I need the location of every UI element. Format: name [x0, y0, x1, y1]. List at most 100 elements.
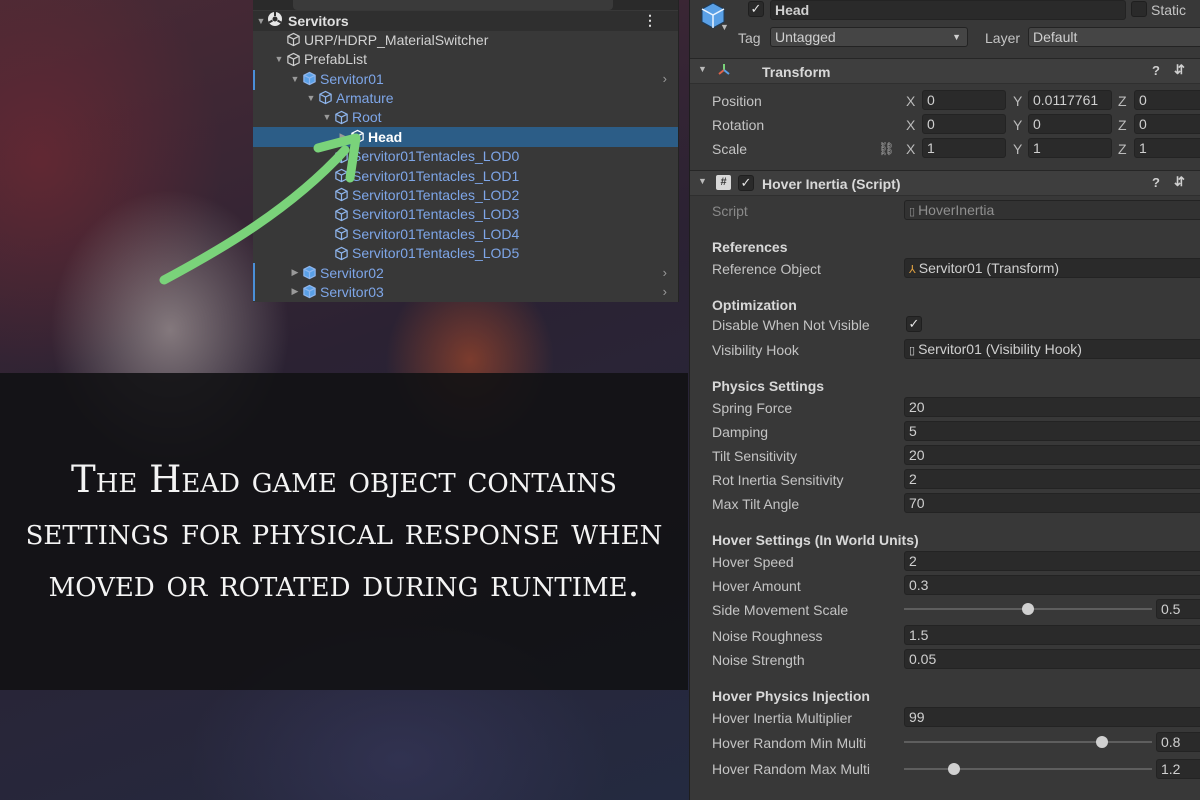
- fold-arrow-icon[interactable]: ▼: [273, 54, 285, 64]
- transform-icon: ⅄: [909, 264, 916, 276]
- tag-dropdown[interactable]: Untagged ▼: [770, 27, 968, 47]
- fold-arrow-icon[interactable]: ▼: [321, 112, 333, 122]
- fold-arrow-icon[interactable]: ▼: [255, 16, 267, 26]
- fold-arrow-icon: ▼: [698, 64, 707, 74]
- settings-sliders-icon[interactable]: ⇵: [1174, 174, 1185, 190]
- random-min-field[interactable]: 0.8: [1156, 732, 1200, 752]
- position-label: Position: [712, 93, 762, 109]
- fold-arrow-icon[interactable]: ▼: [289, 74, 301, 84]
- hierarchy-row[interactable]: ▼ Armature: [253, 88, 678, 108]
- hover-random-min-label: Hover Random Min Multi: [712, 735, 867, 751]
- damping-field[interactable]: 5: [904, 421, 1200, 441]
- position-y-field[interactable]: 0.0117761: [1028, 90, 1112, 110]
- random-max-field[interactable]: 1.2: [1156, 759, 1200, 779]
- transform-header[interactable]: ▼ Transform ? ⇵: [690, 58, 1200, 84]
- hierarchy-row[interactable]: Servitor01Tentacles_LOD3: [253, 205, 678, 225]
- fold-arrow-icon[interactable]: ▶: [337, 131, 349, 142]
- fold-arrow-icon[interactable]: ▶: [289, 267, 301, 278]
- hierarchy-search-bar[interactable]: [253, 0, 678, 10]
- script-file-icon: ▯: [909, 345, 916, 357]
- axis-z-label: Z: [1118, 117, 1127, 133]
- script-field: ▯ HoverInertia: [904, 200, 1200, 220]
- layer-dropdown[interactable]: Default: [1028, 27, 1200, 47]
- rot-inertia-sensitivity-label: Rot Inertia Sensitivity: [712, 472, 844, 488]
- hierarchy-row-label: Servitor01: [320, 70, 384, 87]
- object-name-field[interactable]: Head: [770, 0, 1126, 20]
- side-movement-slider-thumb[interactable]: [1022, 603, 1034, 615]
- axis-x-label: X: [906, 117, 916, 133]
- random-max-slider-thumb[interactable]: [947, 763, 960, 775]
- hierarchy-row[interactable]: ▼ PrefabList: [253, 49, 678, 69]
- hierarchy-row-label: URP/HDRP_MaterialSwitcher: [304, 31, 489, 48]
- hover-inertia-header[interactable]: ▼ # ✓ Hover Inertia (Script) ? ⇵: [690, 170, 1200, 196]
- rotation-y-field[interactable]: 0: [1028, 114, 1112, 134]
- side-movement-field[interactable]: 0.5: [1156, 599, 1200, 619]
- script-file-icon: ▯: [909, 206, 916, 218]
- hierarchy-row-label: Root: [352, 109, 382, 126]
- link-scale-icon[interactable]: ⛓: [878, 141, 895, 157]
- visibility-hook-field[interactable]: ▯ Servitor01 (Visibility Hook): [904, 339, 1200, 359]
- disable-when-not-visible-checkbox[interactable]: ✓: [906, 316, 922, 332]
- scene-row[interactable]: ▼ Servitors ⋮: [253, 11, 678, 31]
- spring-force-label: Spring Force: [712, 400, 793, 416]
- hierarchy-row-label: Servitor01Tentacles_LOD3: [352, 206, 520, 223]
- rotation-x-field[interactable]: 0: [922, 114, 1006, 134]
- hover-speed-field[interactable]: 2: [904, 551, 1200, 571]
- prefab-icon: [333, 206, 349, 222]
- help-icon[interactable]: ?: [1152, 63, 1160, 78]
- hierarchy-row[interactable]: Servitor01Tentacles_LOD1: [253, 166, 678, 186]
- reference-object-field[interactable]: ⅄ Servitor01 (Transform): [904, 258, 1200, 278]
- hierarchy-row[interactable]: ▶ Servitor02 ›: [253, 263, 678, 283]
- max-tilt-angle-field[interactable]: 70: [904, 493, 1200, 513]
- hierarchy-row[interactable]: ▼ Root: [253, 108, 678, 128]
- kebab-menu-icon[interactable]: ⋮: [643, 12, 657, 29]
- prefab-icon: [333, 226, 349, 242]
- override-marker: [253, 263, 255, 301]
- rot-inertia-sensitivity-field[interactable]: 2: [904, 469, 1200, 489]
- active-checkbox[interactable]: ✓: [748, 1, 764, 17]
- scale-x-field[interactable]: 1: [922, 138, 1006, 158]
- script-hash-icon: #: [716, 175, 731, 190]
- hover-amount-label: Hover Amount: [712, 578, 801, 594]
- inspector-panel: ▼ ✓ Head Static Tag Untagged ▼ Layer Def…: [689, 0, 1200, 800]
- random-max-slider-track[interactable]: [904, 768, 1152, 770]
- axis-y-label: Y: [1013, 141, 1023, 157]
- caption-text: The Head game object contains settings f…: [25, 457, 663, 605]
- hover-amount-field[interactable]: 0.3: [904, 575, 1200, 595]
- noise-roughness-field[interactable]: 1.5: [904, 625, 1200, 645]
- hierarchy-row[interactable]: ▶ Servitor03 ›: [253, 282, 678, 302]
- random-min-slider-track[interactable]: [904, 741, 1152, 743]
- static-checkbox[interactable]: [1131, 1, 1147, 17]
- random-min-slider-thumb[interactable]: [1096, 736, 1109, 748]
- hierarchy-row[interactable]: Servitor01Tentacles_LOD0: [253, 146, 678, 166]
- open-prefab-chevron-icon[interactable]: ›: [663, 284, 667, 299]
- hierarchy-row[interactable]: ▶ Head: [253, 127, 678, 147]
- hierarchy-row[interactable]: Servitor01Tentacles_LOD2: [253, 185, 678, 205]
- axis-y-label: Y: [1013, 117, 1023, 133]
- tilt-sensitivity-field[interactable]: 20: [904, 445, 1200, 465]
- help-icon[interactable]: ?: [1152, 175, 1160, 190]
- hierarchy-row[interactable]: URP/HDRP_MaterialSwitcher: [253, 30, 678, 50]
- position-x-field[interactable]: 0: [922, 90, 1006, 110]
- caption-panel: The Head game object contains settings f…: [0, 373, 688, 690]
- hierarchy-row[interactable]: ▼ Servitor01 ›: [253, 69, 678, 89]
- scale-y-field[interactable]: 1: [1028, 138, 1112, 158]
- icon-dropdown-icon[interactable]: ▼: [720, 22, 729, 32]
- fold-arrow-icon[interactable]: ▼: [305, 93, 317, 103]
- prefab-icon: [333, 187, 349, 203]
- scale-label: Scale: [712, 141, 748, 157]
- open-prefab-chevron-icon[interactable]: ›: [663, 71, 667, 86]
- gameobject-icon: [285, 32, 301, 48]
- script-enabled-checkbox[interactable]: ✓: [738, 175, 754, 191]
- settings-sliders-icon[interactable]: ⇵: [1174, 62, 1185, 78]
- open-prefab-chevron-icon[interactable]: ›: [663, 265, 667, 280]
- position-z-field[interactable]: 0: [1134, 90, 1200, 110]
- rotation-z-field[interactable]: 0: [1134, 114, 1200, 134]
- scale-z-field[interactable]: 1: [1134, 138, 1200, 158]
- noise-strength-field[interactable]: 0.05: [904, 649, 1200, 669]
- hierarchy-row[interactable]: Servitor01Tentacles_LOD5: [253, 243, 678, 263]
- hierarchy-row[interactable]: Servitor01Tentacles_LOD4: [253, 224, 678, 244]
- fold-arrow-icon[interactable]: ▶: [289, 286, 301, 297]
- spring-force-field[interactable]: 20: [904, 397, 1200, 417]
- hover-inertia-multiplier-field[interactable]: 99: [904, 707, 1200, 727]
